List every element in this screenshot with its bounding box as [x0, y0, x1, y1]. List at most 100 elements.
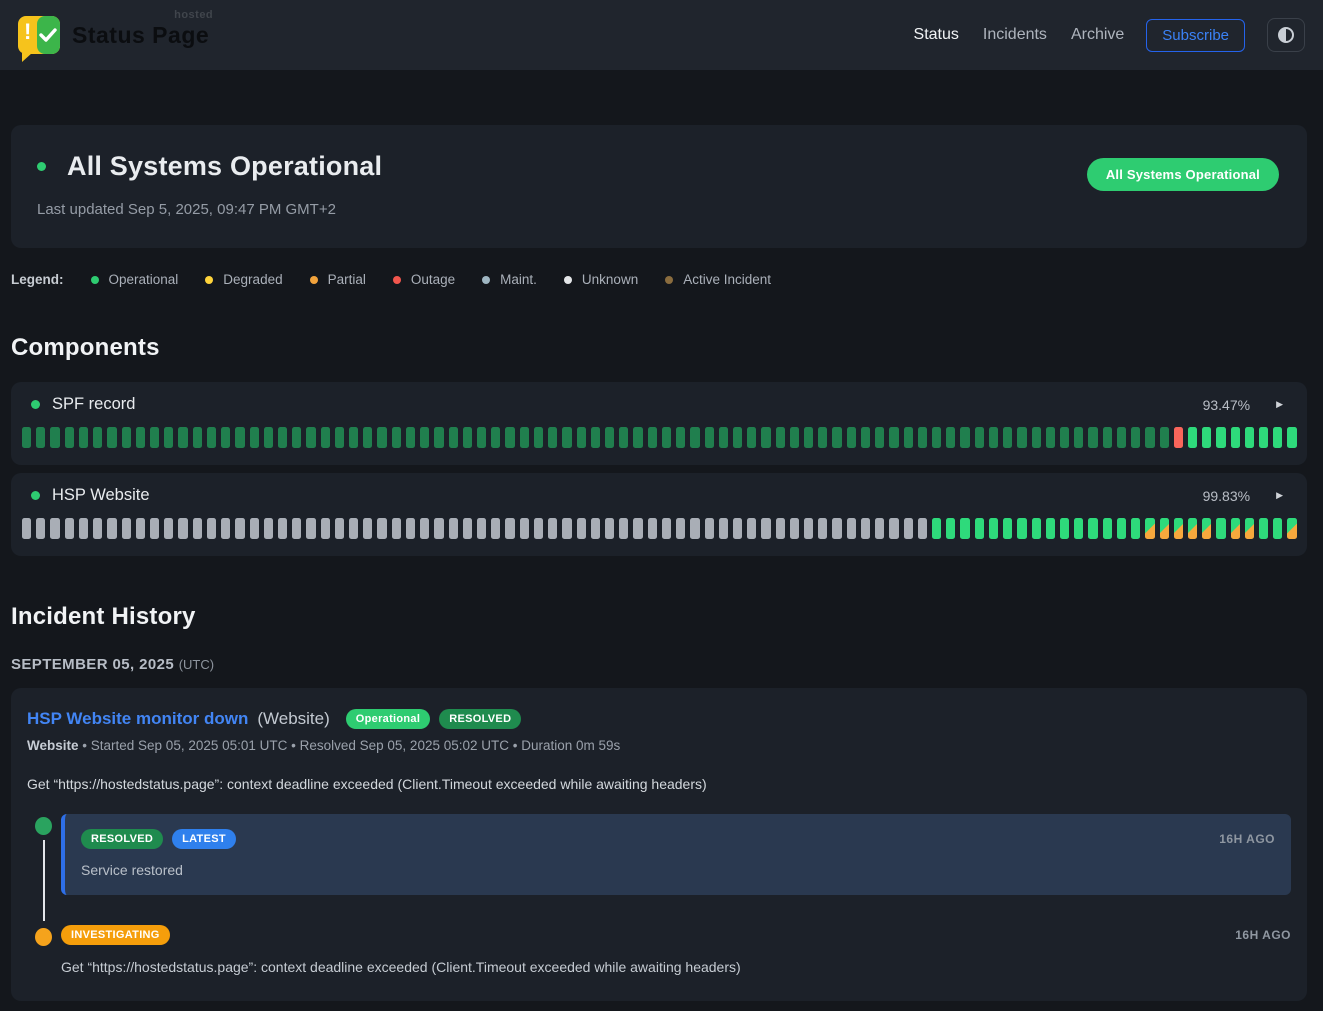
- uptime-bar-day[interactable]: [1273, 427, 1282, 448]
- uptime-bar-day[interactable]: [904, 518, 913, 539]
- uptime-bar-day[interactable]: [193, 427, 202, 448]
- uptime-bar-day[interactable]: [463, 427, 472, 448]
- uptime-bar-day[interactable]: [1117, 427, 1126, 448]
- uptime-bar-day[interactable]: [534, 427, 543, 448]
- uptime-bar-day[interactable]: [1273, 518, 1282, 539]
- uptime-bar-day[interactable]: [1131, 427, 1140, 448]
- uptime-bar-day[interactable]: [719, 427, 728, 448]
- uptime-bar-day[interactable]: [1145, 518, 1154, 539]
- uptime-bar-day[interactable]: [662, 427, 671, 448]
- uptime-bar-day[interactable]: [1145, 427, 1154, 448]
- uptime-bar-day[interactable]: [1046, 427, 1055, 448]
- uptime-bar-day[interactable]: [1216, 518, 1225, 539]
- uptime-bar-day[interactable]: [1060, 427, 1069, 448]
- uptime-bar-day[interactable]: [804, 518, 813, 539]
- uptime-bar-day[interactable]: [776, 427, 785, 448]
- uptime-bar-day[interactable]: [975, 518, 984, 539]
- uptime-bar-day[interactable]: [1017, 518, 1026, 539]
- uptime-bar-day[interactable]: [306, 518, 315, 539]
- component-header[interactable]: HSP Website99.83%▶: [22, 486, 1296, 505]
- uptime-bar-day[interactable]: [690, 427, 699, 448]
- uptime-bar-day[interactable]: [406, 518, 415, 539]
- uptime-bar-day[interactable]: [1074, 427, 1083, 448]
- uptime-bar-day[interactable]: [1003, 518, 1012, 539]
- uptime-bar-day[interactable]: [1245, 518, 1254, 539]
- uptime-bar-day[interactable]: [889, 427, 898, 448]
- uptime-bar-day[interactable]: [875, 427, 884, 448]
- uptime-bar-day[interactable]: [164, 518, 173, 539]
- uptime-bar-day[interactable]: [449, 518, 458, 539]
- uptime-bar-day[interactable]: [434, 518, 443, 539]
- uptime-bar-day[interactable]: [577, 427, 586, 448]
- uptime-bar-day[interactable]: [1088, 518, 1097, 539]
- uptime-bar-day[interactable]: [235, 427, 244, 448]
- uptime-bar-day[interactable]: [193, 518, 202, 539]
- nav-incidents[interactable]: Incidents: [983, 26, 1047, 44]
- uptime-bar-day[interactable]: [790, 427, 799, 448]
- uptime-bar-day[interactable]: [349, 427, 358, 448]
- uptime-bar-day[interactable]: [1074, 518, 1083, 539]
- uptime-bar-day[interactable]: [207, 427, 216, 448]
- uptime-bar-day[interactable]: [292, 518, 301, 539]
- uptime-bar-day[interactable]: [719, 518, 728, 539]
- uptime-bar-day[interactable]: [847, 427, 856, 448]
- uptime-bar-day[interactable]: [1216, 427, 1225, 448]
- uptime-bar-day[interactable]: [178, 518, 187, 539]
- uptime-bar-day[interactable]: [861, 518, 870, 539]
- uptime-bar-day[interactable]: [420, 427, 429, 448]
- uptime-bar-day[interactable]: [989, 518, 998, 539]
- subscribe-button[interactable]: Subscribe: [1146, 19, 1245, 52]
- uptime-bar-day[interactable]: [861, 427, 870, 448]
- uptime-bar-day[interactable]: [761, 427, 770, 448]
- uptime-bar-day[interactable]: [619, 427, 628, 448]
- uptime-bar-day[interactable]: [363, 427, 372, 448]
- uptime-bar-day[interactable]: [36, 518, 45, 539]
- uptime-bar-day[interactable]: [633, 427, 642, 448]
- uptime-bar-day[interactable]: [1231, 518, 1240, 539]
- uptime-bar-day[interactable]: [676, 518, 685, 539]
- theme-toggle-button[interactable]: [1267, 18, 1305, 52]
- uptime-bar-day[interactable]: [605, 518, 614, 539]
- uptime-bar-day[interactable]: [36, 427, 45, 448]
- logo[interactable]: ! Status Page hosted: [18, 16, 209, 54]
- uptime-bar-day[interactable]: [136, 518, 145, 539]
- uptime-bar-day[interactable]: [1032, 518, 1041, 539]
- uptime-bar-day[interactable]: [1003, 427, 1012, 448]
- uptime-bar-day[interactable]: [705, 518, 714, 539]
- uptime-bar-day[interactable]: [591, 427, 600, 448]
- uptime-bar-day[interactable]: [235, 518, 244, 539]
- uptime-bar-day[interactable]: [804, 427, 813, 448]
- uptime-bar-day[interactable]: [434, 427, 443, 448]
- uptime-bar-day[interactable]: [306, 427, 315, 448]
- uptime-bar-day[interactable]: [534, 518, 543, 539]
- uptime-bar-day[interactable]: [22, 427, 31, 448]
- uptime-bar-day[interactable]: [207, 518, 216, 539]
- chevron-right-icon[interactable]: ▶: [1276, 490, 1283, 501]
- uptime-bar-day[interactable]: [50, 427, 59, 448]
- uptime-bar-day[interactable]: [960, 518, 969, 539]
- component-header[interactable]: SPF record93.47%▶: [22, 395, 1296, 414]
- uptime-bar-day[interactable]: [648, 518, 657, 539]
- uptime-bar-day[interactable]: [449, 427, 458, 448]
- uptime-bar-day[interactable]: [122, 427, 131, 448]
- uptime-bar-day[interactable]: [93, 518, 102, 539]
- uptime-bar-day[interactable]: [548, 518, 557, 539]
- uptime-bar-day[interactable]: [1032, 427, 1041, 448]
- nav-archive[interactable]: Archive: [1071, 26, 1124, 44]
- uptime-bar-day[interactable]: [1088, 427, 1097, 448]
- uptime-bar-day[interactable]: [406, 427, 415, 448]
- uptime-bar-day[interactable]: [619, 518, 628, 539]
- nav-status[interactable]: Status: [914, 26, 959, 44]
- uptime-bar-day[interactable]: [136, 427, 145, 448]
- uptime-bar-day[interactable]: [1202, 518, 1211, 539]
- uptime-bar-day[interactable]: [349, 518, 358, 539]
- uptime-bar-day[interactable]: [264, 427, 273, 448]
- uptime-bar-day[interactable]: [946, 518, 955, 539]
- uptime-bar-day[interactable]: [776, 518, 785, 539]
- uptime-bar-day[interactable]: [904, 427, 913, 448]
- uptime-bar-day[interactable]: [562, 518, 571, 539]
- uptime-bar-day[interactable]: [662, 518, 671, 539]
- uptime-bar-day[interactable]: [520, 427, 529, 448]
- uptime-bar-day[interactable]: [1174, 427, 1183, 448]
- uptime-bar-day[interactable]: [278, 518, 287, 539]
